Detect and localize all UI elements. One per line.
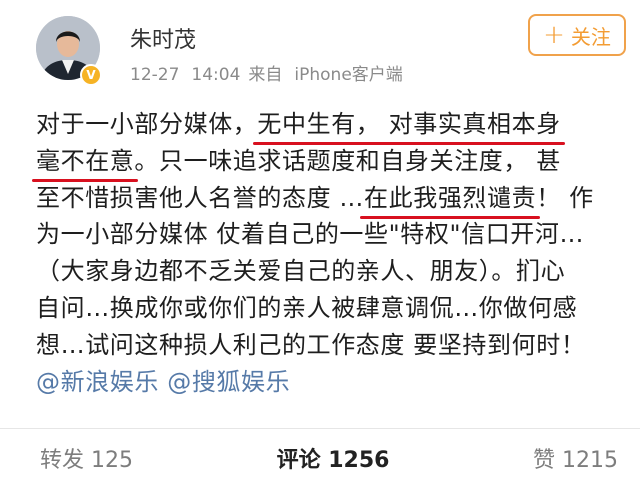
content-line: 为一小部分媒体 仗着自己的一些"特权"信口开河… — [36, 220, 585, 249]
content-line: 自问…换成你或你们的亲人被肆意调侃…你做何感 — [36, 293, 578, 322]
plus-icon: + — [543, 20, 565, 50]
content-text: 至不惜损害他人名誉的态度 … — [36, 183, 365, 212]
verified-badge-icon: V — [80, 64, 102, 86]
post-content: 对于一小部分媒体，无中生有， 对事实真相本身 毫不在意。只一味追求话题度和自身关… — [36, 106, 626, 400]
content-line: 至不惜损害他人名誉的态度 …在此我强烈谴责！ 作 — [36, 180, 626, 217]
post-date: 12-27 — [130, 65, 180, 85]
follow-button[interactable]: + 关注 — [528, 14, 626, 56]
post-time: 14:04 — [191, 65, 241, 85]
username[interactable]: 朱时茂 — [130, 22, 196, 54]
comment-button[interactable]: 评论 1256 — [277, 442, 390, 474]
post-meta: 12-27 14:04 来自 iPhone客户端 — [130, 60, 403, 85]
content-text: 对于一小部分媒体， — [36, 110, 258, 138]
content-line: 对于一小部分媒体，无中生有， 对事实真相本身 — [36, 106, 626, 143]
weibo-post-card: V 朱时茂 12-27 14:04 来自 iPhone客户端 + 关注 对于一小部分媒… — [0, 0, 640, 487]
source-prefix: 来自 — [248, 65, 283, 85]
content-text: ！ 作 — [536, 183, 594, 212]
mention-link[interactable]: @搜狐娱乐 — [167, 368, 290, 396]
underlined-text: 无中生有， 对事实真相本身 — [257, 110, 561, 138]
underlined-text: 毫不在意 — [36, 146, 135, 175]
underlined-text: 在此我强烈谴责 — [364, 183, 537, 212]
content-text: 。只一味追求话题度和自身关注度， 甚 — [134, 146, 561, 175]
like-button[interactable]: 赞 1215 — [533, 442, 618, 474]
mention-link[interactable]: @新浪娱乐 — [36, 368, 159, 396]
source-app: iPhone客户端 — [294, 65, 403, 85]
content-line: 毫不在意。只一味追求话题度和自身关注度， 甚 — [36, 143, 626, 180]
action-bar: 转发 125 评论 1256 赞 1215 — [0, 429, 640, 487]
content-line: （大家身边都不乏关爱自己的亲人、朋友）。扪心 — [36, 257, 566, 286]
content-line: 想…试问这种损人利己的工作态度 要坚持到何时！ — [36, 330, 586, 359]
mentions-line: @新浪娱乐 @搜狐娱乐 — [36, 364, 626, 401]
repost-button[interactable]: 转发 125 — [40, 442, 133, 474]
follow-label: 关注 — [570, 24, 611, 49]
